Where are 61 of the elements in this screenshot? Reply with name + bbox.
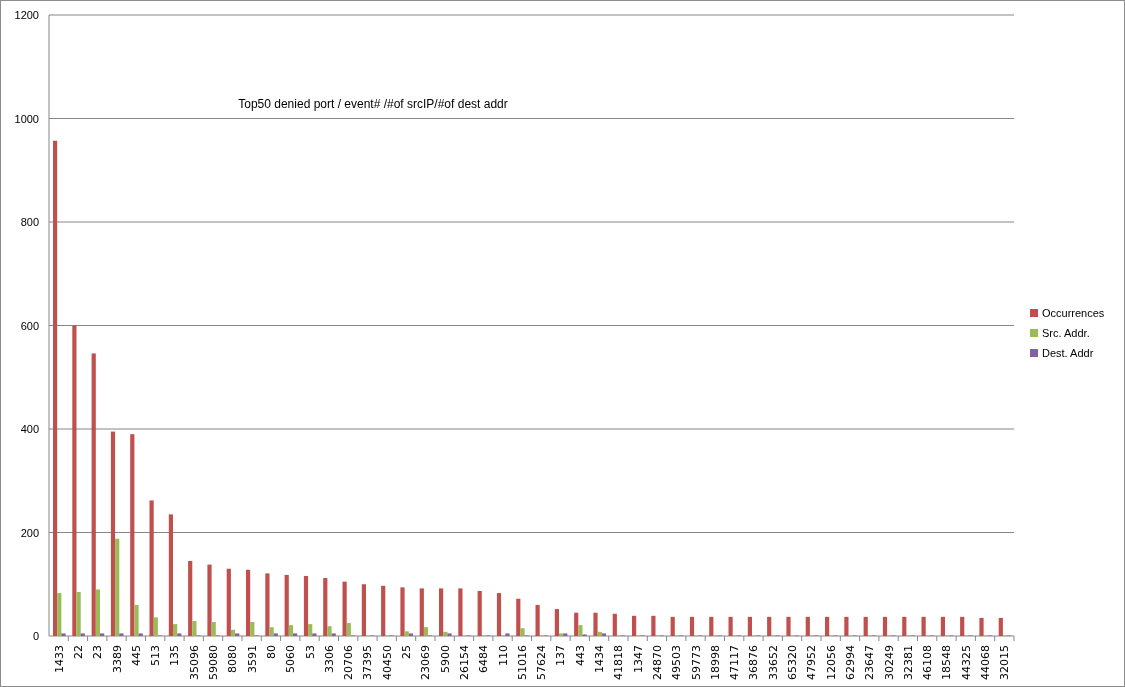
axis-tick-label: 18548 bbox=[940, 645, 954, 680]
axis-tick-label: 80 bbox=[264, 645, 278, 659]
axis-tick-label: 513 bbox=[149, 645, 163, 666]
axis-tick-label: 0 bbox=[32, 630, 39, 642]
axis-tick-label: 35096 bbox=[187, 645, 201, 680]
axis-tick-label: 445 bbox=[129, 645, 143, 666]
axis-tick-label: 32015 bbox=[998, 645, 1012, 680]
axis-tick-label: 6484 bbox=[477, 645, 491, 673]
axis-tick-label: 8080 bbox=[226, 645, 240, 673]
axis-tick-label: 47117 bbox=[728, 645, 742, 680]
axis-tick-label: 57624 bbox=[535, 645, 549, 680]
axis-tick-label: 37395 bbox=[361, 645, 375, 680]
axis-tick-label: 49503 bbox=[670, 645, 684, 680]
axis-tick-label: 12056 bbox=[824, 645, 838, 680]
axis-tick-label: 30249 bbox=[882, 645, 896, 680]
axis-tick-label: 137 bbox=[554, 645, 568, 666]
axis-tick-label: 23 bbox=[91, 645, 105, 659]
axis-tick-label: 46108 bbox=[921, 645, 935, 680]
axis-tick-label: 26154 bbox=[457, 645, 471, 680]
axis-tick-label: 44325 bbox=[959, 645, 973, 680]
axis-tick-label: 22 bbox=[71, 645, 85, 659]
axis-tick-label: 24870 bbox=[650, 645, 664, 680]
axis-tick-label: 40450 bbox=[380, 645, 394, 680]
axis-tick-label: 3591 bbox=[245, 645, 259, 673]
axis-tick-label: 1347 bbox=[631, 645, 645, 673]
axis-tick-label: 3389 bbox=[110, 645, 124, 673]
axis-tick-label: 600 bbox=[20, 319, 39, 332]
axis-tick-label: 5060 bbox=[284, 645, 298, 673]
axis-tick-label: 36876 bbox=[747, 645, 761, 680]
axis-tick-label: 800 bbox=[20, 216, 39, 228]
axis-tick-label: 1000 bbox=[14, 112, 39, 125]
axis-tick-label: 5900 bbox=[438, 645, 452, 673]
axis-tick-label: 110 bbox=[496, 645, 510, 666]
axis-tick-label: 3306 bbox=[322, 645, 336, 673]
axis-tick-label: 23069 bbox=[419, 645, 433, 680]
axis-tick-label: 23647 bbox=[863, 645, 877, 680]
axis-tick-label: 41818 bbox=[612, 645, 626, 680]
axis-tick-label: 62994 bbox=[843, 645, 857, 680]
axis-tick-label: 443 bbox=[573, 645, 587, 666]
axis-tick-label: 20706 bbox=[342, 645, 356, 680]
axis-tick-label: 400 bbox=[20, 423, 39, 435]
axis-tick-label: 32381 bbox=[901, 645, 915, 680]
axis-tick-label: 53 bbox=[303, 645, 317, 659]
axis-tick-label: 65320 bbox=[786, 645, 800, 680]
axis-tick-label: 135 bbox=[168, 645, 182, 666]
axis-tick-label: 1433 bbox=[52, 645, 66, 673]
chart-title: Top50 denied port / event# /#of srcIP/#of dest addr bbox=[238, 97, 508, 111]
axis-tick-label: 200 bbox=[20, 526, 39, 539]
axis-tick-label: 59080 bbox=[207, 645, 221, 680]
legend-label: Occurrences bbox=[1042, 307, 1105, 319]
axis-tick-label: 1200 bbox=[14, 9, 39, 21]
legend-label: Src. Addr. bbox=[1042, 327, 1090, 339]
axis-tick-label: 25 bbox=[400, 645, 414, 659]
axis-tick-label: 47952 bbox=[805, 645, 819, 680]
axis-tick-label: 44068 bbox=[979, 645, 993, 680]
axis-tick-label: 18998 bbox=[708, 645, 722, 680]
legend-label: Dest. Addr bbox=[1042, 347, 1094, 359]
axis-tick-label: 33652 bbox=[766, 645, 780, 680]
axis-tick-label: 51016 bbox=[515, 645, 529, 680]
axis-tick-label: 1434 bbox=[593, 645, 607, 673]
axis-tick-label: 59773 bbox=[689, 645, 703, 680]
